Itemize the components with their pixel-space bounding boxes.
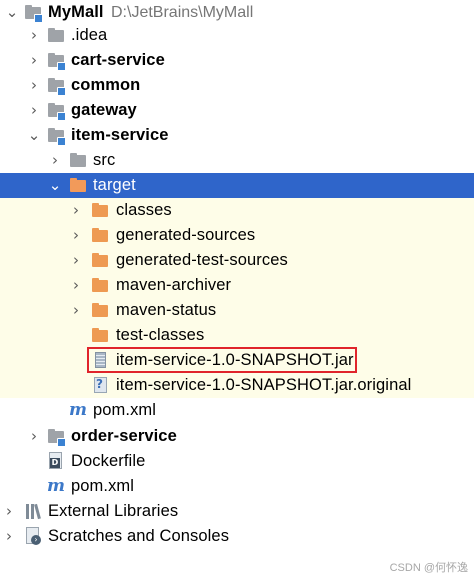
chevron-right-icon[interactable]: ›	[27, 48, 41, 73]
scratches-icon: ›	[24, 524, 42, 549]
chevron-down-icon[interactable]: ⌄	[48, 173, 62, 198]
tree-item-test-classes[interactable]: test-classes	[0, 323, 474, 348]
folder-module-icon	[47, 73, 66, 98]
maven-icon: m	[69, 400, 87, 420]
chevron-right-icon[interactable]: ›	[48, 148, 62, 173]
folder-module-icon	[24, 0, 43, 25]
tree-item-label: common	[71, 76, 141, 94]
tree-item-label: maven-status	[116, 301, 217, 319]
tree-item-src[interactable]: › src	[0, 148, 474, 173]
excluded-folder-icon	[91, 273, 109, 298]
tree-item-item-service[interactable]: ⌄ item-service	[0, 123, 474, 148]
chevron-right-icon[interactable]: ›	[69, 248, 83, 273]
folder-module-icon	[47, 98, 66, 123]
tree-item-classes[interactable]: › classes	[0, 198, 474, 223]
tree-item-label: Scratches and Consoles	[48, 527, 230, 545]
tree-item-label: item-service	[71, 126, 169, 144]
folder-module-icon	[47, 424, 66, 449]
jar-icon	[92, 348, 110, 373]
tree-item-label: pom.xml	[93, 401, 157, 419]
tree-item-label: generated-test-sources	[116, 251, 288, 269]
chevron-right-icon[interactable]: ›	[69, 198, 83, 223]
folder-module-icon	[47, 123, 66, 148]
tree-item-scratches[interactable]: › › Scratches and Consoles	[0, 524, 474, 549]
tree-item-generated-sources[interactable]: › generated-sources	[0, 223, 474, 248]
tree-item-idea[interactable]: › .idea	[0, 23, 474, 48]
dockerfile-icon: D	[47, 449, 65, 474]
chevron-right-icon[interactable]: ›	[69, 223, 83, 248]
folder-icon	[47, 23, 65, 48]
tree-item-label: item-service-1.0-SNAPSHOT.jar	[116, 351, 354, 369]
excluded-folder-icon	[91, 323, 109, 348]
excluded-folder-icon	[91, 198, 109, 223]
tree-item-label: classes	[116, 201, 172, 219]
tree-item-gateway[interactable]: › gateway	[0, 98, 474, 123]
tree-item-label: pom.xml	[71, 477, 135, 495]
chevron-right-icon[interactable]: ›	[69, 273, 83, 298]
project-path: D:\JetBrains\MyMall	[111, 4, 254, 21]
tree-item-label: .idea	[71, 26, 108, 44]
tree-item-jar-original[interactable]: ? item-service-1.0-SNAPSHOT.jar.original	[0, 373, 474, 398]
folder-module-icon	[47, 48, 66, 73]
project-tree: ⌄ MyMall D:\JetBrains\MyMall › .idea › c…	[0, 0, 474, 579]
chevron-right-icon[interactable]: ›	[27, 73, 41, 98]
tree-item-label: cart-service	[71, 51, 165, 69]
tree-item-root-pom[interactable]: m pom.xml	[0, 474, 474, 499]
tree-item-item-service-pom[interactable]: m pom.xml	[0, 398, 474, 423]
libraries-icon	[24, 499, 42, 524]
folder-icon	[69, 148, 87, 173]
excluded-folder-icon	[69, 173, 87, 198]
tree-item-label: maven-archiver	[116, 276, 232, 294]
tree-item-external-libraries[interactable]: › External Libraries	[0, 499, 474, 524]
tree-item-label: test-classes	[116, 326, 205, 344]
tree-item-dockerfile[interactable]: D Dockerfile	[0, 449, 474, 474]
unknown-file-icon: ?	[92, 373, 110, 398]
tree-item-label: target	[93, 176, 136, 194]
chevron-down-icon[interactable]: ⌄	[5, 0, 19, 25]
tree-item-generated-test-sources[interactable]: › generated-test-sources	[0, 248, 474, 273]
tree-item-label: item-service-1.0-SNAPSHOT.jar.original	[116, 376, 412, 394]
chevron-right-icon[interactable]: ›	[69, 298, 83, 323]
tree-item-cart-service[interactable]: › cart-service	[0, 48, 474, 73]
excluded-folder-icon	[91, 248, 109, 273]
tree-item-common[interactable]: › common	[0, 73, 474, 98]
excluded-folder-icon	[91, 223, 109, 248]
watermark: CSDN @何怀逸	[389, 562, 468, 574]
maven-icon: m	[47, 476, 65, 496]
tree-item-target[interactable]: ⌄ target	[0, 173, 474, 198]
tree-item-label: generated-sources	[116, 226, 256, 244]
tree-item-jar[interactable]: item-service-1.0-SNAPSHOT.jar	[0, 348, 474, 373]
tree-item-order-service[interactable]: › order-service	[0, 424, 474, 449]
chevron-right-icon[interactable]: ›	[27, 424, 41, 449]
excluded-folder-icon	[91, 298, 109, 323]
tree-item-maven-archiver[interactable]: › maven-archiver	[0, 273, 474, 298]
chevron-down-icon[interactable]: ⌄	[27, 123, 41, 148]
tree-item-mymall[interactable]: ⌄ MyMall D:\JetBrains\MyMall	[0, 0, 474, 25]
tree-item-label: MyMall	[48, 3, 104, 21]
tree-item-label: Dockerfile	[71, 452, 146, 470]
tree-item-label: gateway	[71, 101, 137, 119]
chevron-right-icon[interactable]: ›	[2, 499, 16, 524]
tree-item-label: External Libraries	[48, 502, 179, 520]
chevron-right-icon[interactable]: ›	[2, 524, 16, 549]
tree-item-label: src	[93, 151, 116, 169]
chevron-right-icon[interactable]: ›	[27, 98, 41, 123]
tree-item-maven-status[interactable]: › maven-status	[0, 298, 474, 323]
chevron-right-icon[interactable]: ›	[27, 23, 41, 48]
tree-item-label: order-service	[71, 427, 177, 445]
